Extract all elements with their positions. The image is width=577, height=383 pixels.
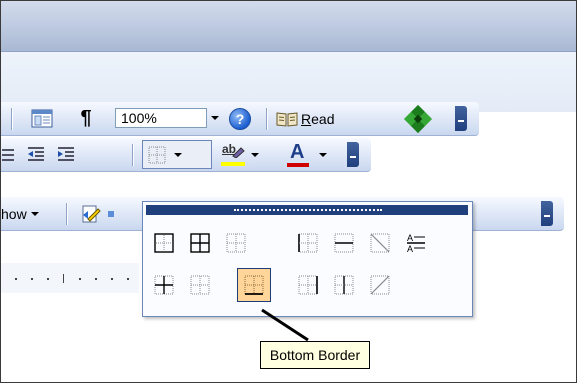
track-changes-button[interactable] [77, 201, 105, 226]
read-button[interactable]: Read [276, 106, 368, 131]
separator [266, 108, 268, 130]
horizontal-border-icon [334, 233, 354, 253]
ruler [1, 263, 139, 293]
font-color-button[interactable]: A [279, 141, 333, 167]
separator [11, 108, 13, 130]
decrease-indent-button[interactable] [21, 142, 51, 167]
bottom-border-icon [244, 275, 264, 295]
outside-borders-cell[interactable] [147, 226, 181, 260]
document-map-icon [31, 109, 53, 127]
list-icon [2, 148, 14, 161]
all-borders-icon [190, 233, 210, 253]
no-border-icon [190, 275, 210, 295]
track-changes-icon [82, 205, 101, 222]
left-border-icon [298, 233, 318, 253]
horizontal-line-cell[interactable]: A A [399, 226, 433, 260]
inside-cross-icon [154, 275, 174, 295]
comment-button[interactable] [105, 201, 117, 226]
comment-icon [108, 210, 114, 217]
inside-vertical-icon [334, 275, 354, 295]
chevron-down-icon [319, 152, 327, 157]
chevron-down-icon [174, 152, 182, 157]
left-border-cell[interactable] [291, 226, 325, 260]
diagonal-up-cell[interactable] [363, 268, 397, 302]
book-icon [276, 111, 298, 127]
svg-text:A: A [407, 233, 413, 243]
no-border-cell[interactable] [183, 268, 217, 302]
zoom-input[interactable]: 100% [115, 108, 207, 128]
highlighter-icon: ab [221, 142, 247, 166]
outside-borders-icon [154, 233, 174, 253]
research-button[interactable] [401, 104, 435, 133]
outside-border-button[interactable] [142, 140, 212, 169]
read-label: Read [301, 110, 335, 127]
right-border-cell[interactable] [291, 268, 325, 302]
bottom-border-cell[interactable] [237, 268, 271, 302]
inside-horizontal-cell[interactable] [327, 226, 361, 260]
help-button[interactable]: ? [225, 106, 255, 131]
zoom-value: 100% [121, 110, 157, 126]
diamond-logo-icon [403, 104, 433, 133]
formatting-toolbar: ab A [1, 138, 371, 172]
bullets-button[interactable] [1, 142, 15, 167]
tooltip-text: Bottom Border [269, 347, 361, 363]
chevron-down-icon [30, 211, 39, 216]
toolbar-options-button[interactable] [455, 106, 467, 131]
show-hide-formatting-button[interactable]: ¶ [73, 106, 99, 131]
document-map-button[interactable] [25, 106, 59, 131]
zoom-dropdown-button[interactable] [207, 108, 223, 128]
all-borders-icon [148, 146, 166, 163]
title-bar [1, 1, 576, 52]
standard-toolbar: ¶ 100% ? Read [1, 102, 479, 136]
chevron-down-icon [251, 152, 259, 157]
diagonal-up-icon [370, 275, 390, 295]
inside-borders-icon [226, 233, 246, 253]
inside-borders-cell[interactable] [147, 268, 181, 302]
chevron-down-icon [211, 116, 219, 120]
separator [66, 203, 68, 225]
toolbar-options-button[interactable] [347, 142, 359, 167]
font-color-icon: A [285, 141, 311, 167]
highlight-button[interactable]: ab [217, 142, 263, 167]
top-border-cell[interactable] [219, 226, 253, 260]
tooltip: Bottom Border [260, 341, 370, 369]
toolbar-options-button[interactable] [541, 201, 553, 226]
increase-indent-button[interactable] [51, 142, 81, 167]
show-button[interactable]: how [1, 201, 63, 226]
inside-vertical-cell[interactable] [327, 268, 361, 302]
window: ¶ 100% ? Read ab A how A A Bottom Border [0, 0, 577, 383]
separator [132, 144, 134, 166]
help-icon: ? [229, 107, 251, 130]
horizontal-line-icon: A A [407, 233, 425, 254]
all-borders-cell[interactable] [183, 226, 217, 260]
increase-indent-icon [58, 146, 74, 161]
svg-text:A: A [407, 244, 413, 254]
decrease-indent-icon [28, 146, 44, 161]
right-border-icon [298, 275, 318, 295]
diagonal-down-cell[interactable] [363, 226, 397, 260]
diagonal-down-icon [370, 233, 390, 253]
pilcrow-icon: ¶ [80, 107, 92, 129]
show-label: how [1, 205, 27, 222]
palette-drag-handle[interactable] [146, 205, 468, 215]
border-palette: A A [142, 201, 473, 317]
